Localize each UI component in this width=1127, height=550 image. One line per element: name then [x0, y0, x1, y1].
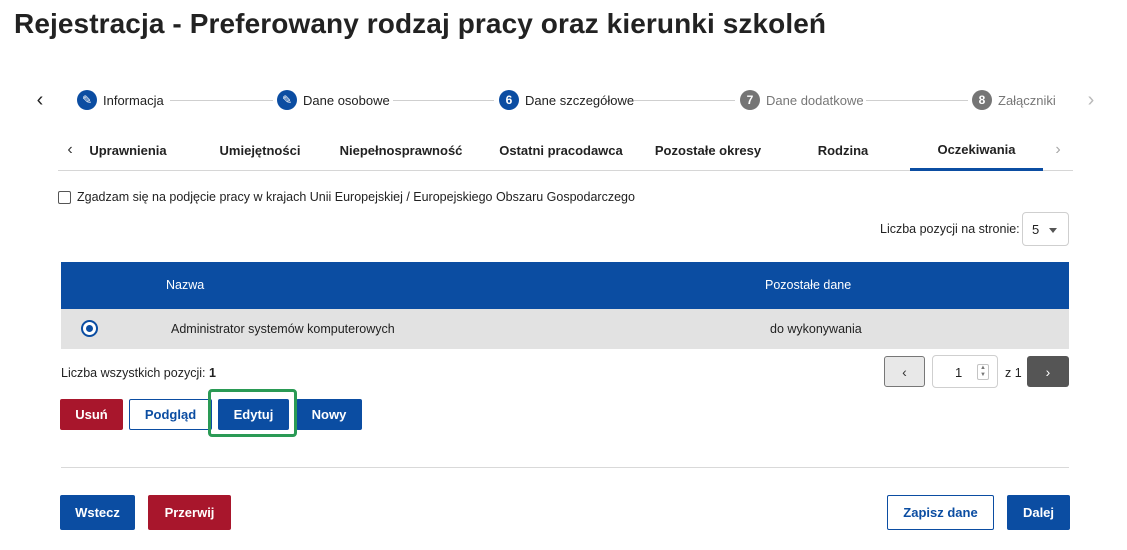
step-number: 8: [972, 90, 992, 110]
step-informacja[interactable]: ✎ Informacja: [77, 90, 164, 110]
chevron-left-icon: ‹: [902, 363, 907, 380]
page-size-label: Liczba pozycji na stronie:: [880, 222, 1020, 236]
page-size-value: 5: [1032, 221, 1040, 237]
table-header: Nazwa Pozostałe dane: [61, 262, 1069, 309]
spin-up-icon: ▲: [980, 365, 986, 371]
step-number: 6: [499, 90, 519, 110]
page-size-select[interactable]: 5: [1022, 212, 1069, 246]
step-dane-dodatkowe[interactable]: 7 Dane dodatkowe: [740, 90, 864, 110]
step-label: Dane szczegółowe: [525, 92, 635, 108]
abort-button[interactable]: Przerwij: [148, 495, 231, 530]
tab-oczekiwania[interactable]: Oczekiwania: [910, 130, 1043, 171]
tab-rodzina[interactable]: Rodzina: [788, 130, 898, 171]
cell-nazwa: Administrator systemów komputerowych: [171, 322, 395, 336]
spinner-icon[interactable]: ▲ ▼: [977, 364, 989, 380]
stepper-next-icon[interactable]: ›: [1081, 90, 1101, 110]
back-button[interactable]: Wstecz: [60, 495, 135, 530]
delete-button[interactable]: Usuń: [60, 399, 123, 430]
tab-niepelnosprawnosc[interactable]: Niepełnosprawność: [336, 130, 466, 171]
eu-work-label: Zgadzam się na podjęcie pracy w krajach …: [77, 190, 635, 204]
stepper-connector: [634, 100, 735, 101]
step-label: Załączniki: [998, 92, 1056, 108]
tab-uprawnienia[interactable]: Uprawnienia: [84, 130, 172, 171]
step-dane-szczegolowe[interactable]: 6 Dane szczegółowe: [499, 90, 634, 110]
stepper-connector: [866, 100, 968, 101]
spin-down-icon: ▼: [980, 372, 986, 378]
step-label: Informacja: [103, 92, 164, 108]
pencil-icon: ✎: [77, 90, 97, 110]
tab-ostatni-pracodawca[interactable]: Ostatni pracodawca: [488, 130, 634, 171]
pagination-total: z 1: [1005, 366, 1022, 380]
pagination-page-value: 1: [955, 365, 963, 380]
table-row[interactable]: Administrator systemów komputerowych do …: [61, 309, 1069, 349]
step-label: Dane osobowe: [303, 92, 390, 108]
chevron-down-icon: [1049, 228, 1057, 233]
page-title: Rejestracja - Preferowany rodzaj pracy o…: [14, 8, 827, 39]
edit-highlight-frame: [208, 389, 297, 437]
divider: [61, 467, 1069, 468]
stepper-connector: [393, 100, 494, 101]
chevron-right-icon: ›: [1045, 363, 1051, 380]
cell-pozostale-dane: do wykonywania: [770, 322, 862, 336]
pagination-prev-button[interactable]: ‹: [884, 356, 925, 387]
tab-bar: ‹ Uprawnienia Umiejętności Niepełnospraw…: [58, 130, 1073, 171]
pagination-page-input[interactable]: 1 ▲ ▼: [932, 355, 998, 388]
pagination-next-button[interactable]: ›: [1027, 356, 1069, 387]
step-dane-osobowe[interactable]: ✎ Dane osobowe: [277, 90, 390, 110]
tab-pozostale-okresy[interactable]: Pozostałe okresy: [642, 130, 774, 171]
step-number: 7: [740, 90, 760, 110]
row-radio[interactable]: [81, 320, 98, 337]
total-count: Liczba wszystkich pozycji: 1: [61, 366, 216, 380]
eu-work-checkbox[interactable]: [58, 190, 71, 204]
total-count-label: Liczba wszystkich pozycji:: [61, 366, 206, 380]
stepper-prev-icon[interactable]: ‹: [30, 90, 50, 110]
new-button[interactable]: Nowy: [296, 399, 362, 430]
next-button[interactable]: Dalej: [1007, 495, 1070, 530]
save-button[interactable]: Zapisz dane: [887, 495, 994, 530]
stepper-connector: [170, 100, 273, 101]
step-label: Dane dodatkowe: [766, 92, 864, 108]
step-zalaczniki[interactable]: 8 Załączniki: [972, 90, 1056, 110]
total-count-value: 1: [208, 366, 216, 380]
tabs-prev-icon[interactable]: ‹: [60, 140, 80, 160]
preview-button[interactable]: Podgląd: [129, 399, 212, 430]
pencil-icon: ✎: [277, 90, 297, 110]
column-header-nazwa[interactable]: Nazwa: [166, 278, 204, 292]
eu-work-consent[interactable]: Zgadzam się na podjęcie pracy w krajach …: [58, 190, 635, 204]
column-header-pozostale-dane[interactable]: Pozostałe dane: [765, 278, 851, 292]
tab-umiejetnosci[interactable]: Umiejętności: [198, 130, 322, 171]
tabs-next-icon[interactable]: ›: [1048, 140, 1068, 160]
